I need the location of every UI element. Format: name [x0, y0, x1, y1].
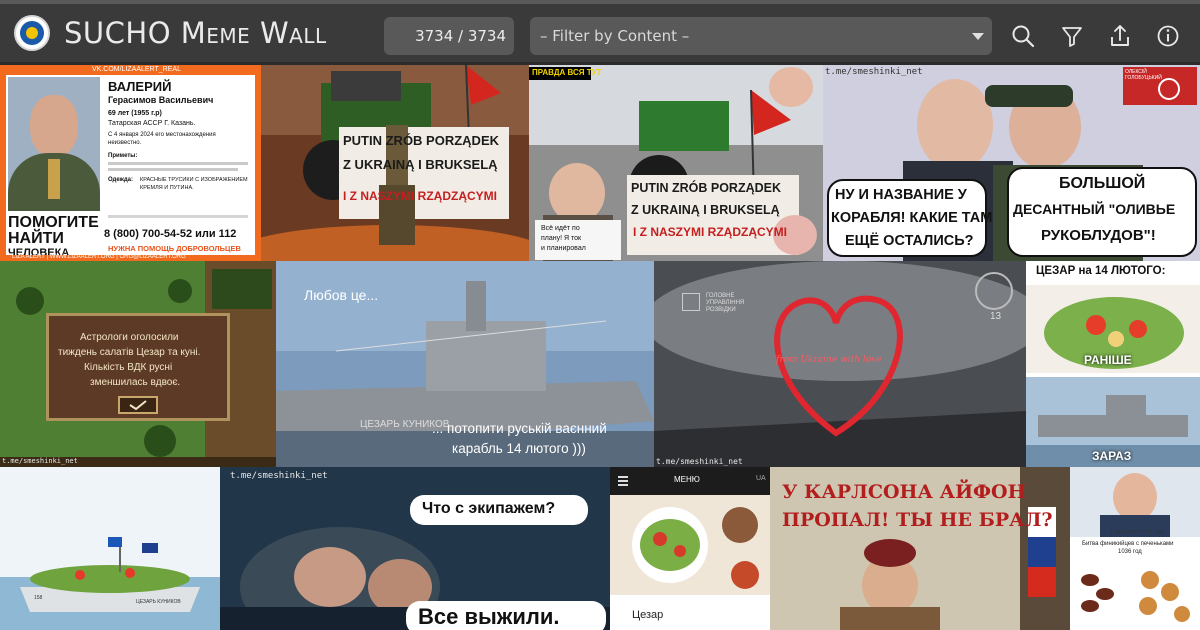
banner-line-2: Z UKRAINĄ I BRUKSELĄ: [631, 203, 780, 217]
dialog-ok-button: [118, 396, 158, 414]
trident-icon: [682, 293, 700, 311]
meme-tile-warship-love[interactable]: Любов це... ЦЕЗАРЬ КУНИКОВ ... потопити …: [276, 261, 654, 467]
sucho-logo[interactable]: [14, 15, 50, 51]
meme-tile-karlson[interactable]: У КАРЛСОНА АЙФОН ПРОПАЛ! ТЫ НЕ БРАЛ?: [770, 467, 1070, 630]
general-portrait: [8, 77, 100, 211]
meme-counter: 3734 / 3734: [384, 17, 514, 55]
tile-watermark: t.me/smeshinki_net: [2, 457, 78, 465]
top-caption: Любов це...: [304, 287, 379, 303]
before-now-images: [1026, 285, 1200, 467]
meme-tile-game-dialog[interactable]: Астрологи оголосили тиждень салатів Цеза…: [0, 261, 276, 467]
author-name: ОЛЕКСІЙ ГОЛОБУЦЬКИЙ: [1125, 69, 1162, 81]
person-patronymic: Герасимов Васильевич: [108, 95, 214, 105]
person-place: Татарская АССР Г. Казань.: [108, 120, 196, 127]
bottom-caption-1: ... потопити руській ваєнний: [432, 421, 607, 436]
caption-line-1: У КАРЛСОНА АЙФОН: [782, 481, 1026, 503]
bubble-question-text: Что с экипажем?: [422, 500, 556, 517]
dialog-line-4: зменшилась вдвоє.: [90, 377, 181, 388]
hotline-phone: 8 (800) 700-54-52 или 112: [104, 228, 237, 240]
bottom-caption-2: карабль 14 лютого ))): [452, 441, 586, 456]
bubble-left-line-1: НУ И НАЗВАНИЕ У: [835, 187, 967, 203]
unit-badge-number: 13: [990, 311, 1002, 322]
language-label: UA: [756, 475, 766, 482]
share-icon[interactable]: [1105, 21, 1135, 51]
banner-line-3: I Z NASZYMI RZĄDZĄCYMI: [343, 189, 497, 203]
meme-tile-menu[interactable]: МЕНЮ UA Цезар: [610, 467, 770, 630]
caption-title: Битва финикийцев с печеньками: [1082, 541, 1174, 547]
meme-tile-missing-person[interactable]: VK.COM/LIZAALERT_REAL ВАЛЕРИЙ Герасимов …: [0, 65, 261, 261]
news-tag: ПРАВДА ВСЯ ТУТ: [532, 68, 602, 77]
tile-watermark: t.me/smeshinki_net: [230, 471, 328, 481]
sign-line-1: Всё идёт по: [541, 225, 580, 232]
sign-line-2: плану! Я ток: [541, 235, 582, 242]
disappearance-date: С 4 января 2024 его местонахождения: [108, 132, 216, 138]
dialog-line-1: Астрологи оголосили: [80, 332, 179, 343]
app-title: SUCHO Meme Wall: [64, 16, 327, 50]
bubble-right-line-3: РУКОБЛУДОВ"!: [1041, 227, 1156, 244]
banner-line-3: I Z NASZYMI RZĄDZĄCYMI: [633, 225, 787, 239]
presenter-photo: [1070, 467, 1200, 537]
sign-line-3: и планировал: [541, 245, 586, 252]
agency-name-2: УПРАВЛІННЯ: [706, 300, 745, 306]
bubble-right-line-2: ДЕСАНТНЫЙ "ОЛИВЬЕ: [1013, 201, 1176, 217]
signs-label: Приметы:: [108, 153, 138, 159]
meme-tile-drone-heart[interactable]: ГОЛОВНЕ УПРАВЛІННЯ РОЗВІДКИ from Ukraine…: [654, 261, 1026, 467]
tile-watermark: t.me/smeshinki_net: [825, 67, 923, 77]
person-name: ВАЛЕРИЙ: [108, 79, 172, 94]
dialog-line-2: тиждень салатів Цезар та куні.: [58, 347, 201, 358]
disappearance-date-2: неизвестно.: [108, 140, 142, 146]
caption-year: 1036 год: [1118, 549, 1142, 555]
person-age: 69 лет (1955 г.р): [108, 110, 162, 117]
bubble-left-line-3: ЕЩЁ ОСТАЛИСЬ?: [845, 233, 974, 249]
checkmark-icon: [129, 400, 147, 411]
volunteers-needed: НУЖНА ПОМОЩЬ ДОБРОВОЛЬЦЕВ: [108, 244, 241, 253]
menu-item-name: Цезар: [632, 609, 664, 621]
hull-number: 158: [34, 595, 43, 601]
info-icon[interactable]: [1153, 21, 1183, 51]
logo-sun: [26, 27, 38, 39]
poster-footer: LIZA ALERT | WWW.LIZAALERT.ORG | ORG@LIZ…: [12, 254, 186, 260]
salad-photo: [610, 495, 770, 595]
banner-line-2: Z UKRAINĄ I BRUKSELĄ: [343, 157, 498, 172]
bubble-left-line-2: КОРАБЛЯ! КАКИЕ ТАМ: [831, 210, 993, 226]
meme-tile-putin-tractor[interactable]: ПРАВДА ВСЯ ТУТ PUTIN ZRÓB PORZĄDEK Z UKR…: [529, 65, 823, 261]
bubble-right-line-1: БОЛЬШОЙ: [1059, 175, 1146, 192]
bubble-answer-text: Все выжили.: [418, 604, 560, 629]
tile-watermark: t.me/smeshinki_net: [1110, 529, 1165, 535]
meme-tile-caesar-before-now[interactable]: ЦЕЗАР на 14 ЛЮТОГО: РАНІШЕ ЗАРАЗ: [1026, 261, 1200, 467]
banner-line-1: PUTIN ZRÓB PORZĄDEK: [631, 181, 781, 195]
headline-find: НАЙТИ: [8, 230, 64, 247]
ship-label: ЦЕЗАРЬ КУНИКОВ: [136, 599, 181, 605]
headline-help: ПОМОГИТЕ: [8, 214, 99, 231]
menu-label: МЕНЮ: [674, 475, 700, 484]
clothes-value-2: КРЕМЛЯ И ПУТИНА.: [140, 185, 194, 191]
meme-tile-tractor-protest[interactable]: PUTIN ZRÓB PORZĄDEK Z UKRAINĄ I BRUKSELĄ…: [261, 65, 529, 261]
dates-and-cookies: [1070, 560, 1200, 630]
clothes-value: КРАСНЫЕ ТРУСИКИ С ИЗОБРАЖЕНИЕМ: [140, 177, 248, 183]
clothes-label: Одежда:: [108, 177, 133, 183]
tile-watermark: t.me/smeshinki_net: [656, 457, 743, 466]
label-before: РАНІШЕ: [1084, 353, 1132, 367]
app-header: SUCHO Meme Wall 3734 / 3734 – Filter by …: [0, 4, 1200, 62]
label-now: ЗАРАЗ: [1092, 449, 1132, 463]
heart-message: from Ukraine with love: [776, 355, 882, 365]
filter-icon[interactable]: [1057, 21, 1087, 51]
ship-salad-scene: [0, 467, 220, 630]
dialog-line-3: Кількість ВДК русні: [84, 362, 173, 373]
tile-source-label: VK.COM/LIZAALERT_REAL: [92, 66, 181, 73]
filter-by-content-select[interactable]: – Filter by Content –: [530, 17, 992, 55]
meme-tile-putin-shoigu[interactable]: t.me/smeshinki_net ОЛЕКСІЙ ГОЛОБУЦЬКИЙ Н…: [823, 65, 1200, 261]
agency-name-1: ГОЛОВНЕ: [706, 293, 735, 299]
caption-line-2: ПРОПАЛ! ТЫ НЕ БРАЛ?: [782, 509, 1053, 531]
meme-title: ЦЕЗАР на 14 ЛЮТОГО:: [1036, 265, 1166, 277]
banner-line-1: PUTIN ZRÓB PORZĄDEK: [343, 133, 499, 148]
filter-select-label: – Filter by Content –: [540, 27, 690, 45]
meme-tile-phoenicians[interactable]: t.me/smeshinki_net Битва финикийцев с пе…: [1070, 467, 1200, 630]
meme-tile-titanic-crew[interactable]: t.me/smeshinki_net Что с экипажем? Все в…: [220, 467, 610, 630]
chevron-down-icon: [972, 33, 984, 40]
agency-name-3: РОЗВІДКИ: [706, 307, 736, 313]
meme-tile-ship-salad[interactable]: 158 ЦЕЗАРЬ КУНИКОВ: [0, 467, 220, 630]
hamburger-icon: [618, 476, 628, 478]
search-icon[interactable]: [1008, 21, 1038, 51]
